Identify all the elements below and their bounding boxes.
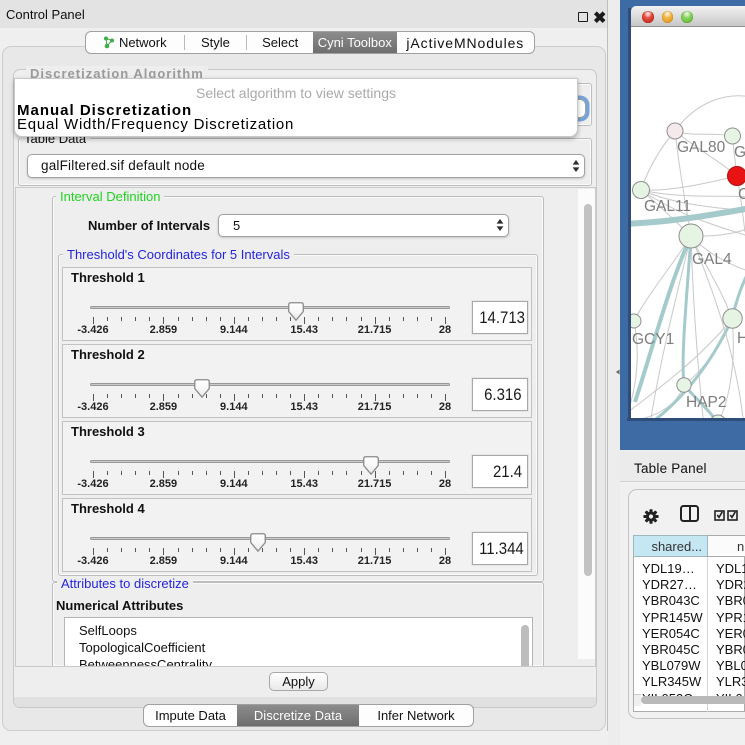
svg-text:HAP2: HAP2 xyxy=(686,394,727,411)
svg-text:GAL4: GAL4 xyxy=(692,251,732,268)
svg-text:GAL: GAL xyxy=(734,144,745,161)
svg-text:GAL11: GAL11 xyxy=(644,198,691,215)
svg-text:H: H xyxy=(737,330,745,347)
svg-text:C: C xyxy=(738,186,745,203)
svg-text:GCY1: GCY1 xyxy=(632,331,674,348)
svg-text:GAL80: GAL80 xyxy=(677,139,726,156)
